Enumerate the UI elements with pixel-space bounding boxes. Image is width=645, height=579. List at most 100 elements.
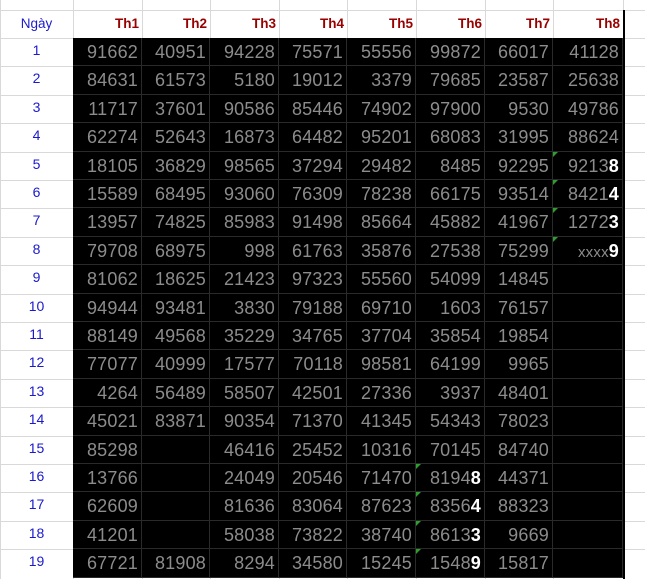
day-label[interactable]: 10 bbox=[0, 294, 73, 322]
data-cell[interactable] bbox=[553, 407, 623, 436]
data-cell[interactable] bbox=[553, 521, 623, 549]
data-cell[interactable]: 98581 bbox=[347, 350, 416, 379]
data-cell[interactable]: 31995 bbox=[485, 123, 553, 152]
data-cell[interactable] bbox=[553, 350, 623, 379]
data-cell[interactable]: 20546 bbox=[279, 464, 347, 492]
data-cell[interactable]: 45021 bbox=[73, 407, 142, 436]
data-cell[interactable] bbox=[553, 492, 623, 521]
data-cell[interactable]: 15817 bbox=[485, 549, 553, 578]
header-th5[interactable]: Th5 bbox=[347, 10, 416, 38]
data-cell[interactable]: 19012 bbox=[279, 66, 347, 95]
data-cell[interactable]: xxxx9 bbox=[553, 237, 623, 265]
data-cell[interactable]: 85298 bbox=[73, 436, 142, 464]
data-cell[interactable]: 44371 bbox=[485, 464, 553, 492]
data-cell[interactable]: 55556 bbox=[347, 38, 416, 66]
data-cell[interactable]: 10316 bbox=[347, 436, 416, 464]
day-label[interactable]: 19 bbox=[0, 549, 73, 577]
data-cell[interactable]: 23587 bbox=[485, 66, 553, 95]
data-cell[interactable]: 88323 bbox=[485, 492, 553, 521]
data-cell[interactable]: 17577 bbox=[210, 350, 279, 379]
data-cell[interactable]: 3830 bbox=[210, 294, 279, 322]
header-th8[interactable]: Th8 bbox=[553, 10, 623, 38]
day-label[interactable]: 11 bbox=[0, 322, 73, 350]
data-cell[interactable]: 46416 bbox=[210, 436, 279, 464]
data-cell[interactable]: 67721 bbox=[73, 549, 142, 578]
data-cell[interactable]: 64482 bbox=[279, 123, 347, 152]
data-cell[interactable]: 56489 bbox=[142, 379, 210, 407]
data-cell[interactable]: 94944 bbox=[73, 294, 142, 322]
data-cell[interactable]: 54099 bbox=[416, 265, 485, 294]
day-label[interactable]: 16 bbox=[0, 464, 73, 492]
data-cell[interactable]: 27336 bbox=[347, 379, 416, 407]
data-cell[interactable]: 85664 bbox=[347, 208, 416, 237]
data-cell[interactable]: 3379 bbox=[347, 66, 416, 95]
data-cell[interactable]: 85983 bbox=[210, 208, 279, 237]
data-cell[interactable]: 85446 bbox=[279, 95, 347, 123]
data-cell[interactable]: 68083 bbox=[416, 123, 485, 152]
data-cell[interactable]: 11717 bbox=[73, 95, 142, 123]
data-cell[interactable]: 54343 bbox=[416, 407, 485, 436]
data-cell[interactable]: 55560 bbox=[347, 265, 416, 294]
data-cell[interactable]: 81062 bbox=[73, 265, 142, 294]
data-cell[interactable]: 74825 bbox=[142, 208, 210, 237]
day-label[interactable]: 13 bbox=[0, 379, 73, 407]
data-cell[interactable]: 45882 bbox=[416, 208, 485, 237]
data-cell[interactable] bbox=[553, 265, 623, 294]
data-cell[interactable]: 77077 bbox=[73, 350, 142, 379]
data-cell[interactable]: 68975 bbox=[142, 237, 210, 265]
header-th2[interactable]: Th2 bbox=[142, 10, 210, 38]
data-cell[interactable]: 66175 bbox=[416, 180, 485, 208]
data-cell[interactable]: 27538 bbox=[416, 237, 485, 265]
data-cell[interactable]: 68495 bbox=[142, 180, 210, 208]
data-cell[interactable]: 71370 bbox=[279, 407, 347, 436]
data-cell[interactable]: 9669 bbox=[485, 521, 553, 549]
day-label[interactable]: 14 bbox=[0, 407, 73, 435]
data-cell[interactable] bbox=[553, 322, 623, 350]
data-cell[interactable]: 36829 bbox=[142, 152, 210, 180]
data-cell[interactable]: 24049 bbox=[210, 464, 279, 492]
data-cell[interactable]: 86133 bbox=[416, 521, 485, 549]
data-cell[interactable]: 70118 bbox=[279, 350, 347, 379]
header-th4[interactable]: Th4 bbox=[279, 10, 347, 38]
data-cell[interactable]: 37294 bbox=[279, 152, 347, 180]
data-cell[interactable] bbox=[553, 436, 623, 464]
data-cell[interactable]: 81908 bbox=[142, 549, 210, 578]
data-cell[interactable] bbox=[553, 549, 623, 578]
data-cell[interactable] bbox=[142, 436, 210, 464]
data-cell[interactable]: 91662 bbox=[73, 38, 142, 66]
data-cell[interactable]: 81948 bbox=[416, 464, 485, 492]
data-cell[interactable]: 83064 bbox=[279, 492, 347, 521]
data-cell[interactable]: 58507 bbox=[210, 379, 279, 407]
data-cell[interactable]: 73822 bbox=[279, 521, 347, 549]
day-label[interactable]: 5 bbox=[0, 152, 73, 180]
data-cell[interactable]: 90354 bbox=[210, 407, 279, 436]
day-label[interactable]: 1 bbox=[0, 38, 73, 66]
data-cell[interactable]: 42501 bbox=[279, 379, 347, 407]
data-cell[interactable]: 5180 bbox=[210, 66, 279, 95]
data-cell[interactable]: 93514 bbox=[485, 180, 553, 208]
data-cell[interactable]: 61573 bbox=[142, 66, 210, 95]
day-label[interactable]: 2 bbox=[0, 66, 73, 94]
data-cell[interactable]: 29482 bbox=[347, 152, 416, 180]
day-label[interactable]: 4 bbox=[0, 123, 73, 151]
data-cell[interactable]: 18625 bbox=[142, 265, 210, 294]
day-label[interactable]: 7 bbox=[0, 208, 73, 236]
data-cell[interactable]: 75299 bbox=[485, 237, 553, 265]
data-cell[interactable]: 75571 bbox=[279, 38, 347, 66]
data-cell[interactable]: 1603 bbox=[416, 294, 485, 322]
data-cell[interactable] bbox=[142, 464, 210, 492]
data-cell[interactable]: 74902 bbox=[347, 95, 416, 123]
header-day[interactable]: Ngày bbox=[0, 10, 73, 38]
data-cell[interactable]: 62609 bbox=[73, 492, 142, 521]
data-cell[interactable]: 76309 bbox=[279, 180, 347, 208]
data-cell[interactable]: 81636 bbox=[210, 492, 279, 521]
data-cell[interactable]: 18105 bbox=[73, 152, 142, 180]
data-cell[interactable]: 49786 bbox=[553, 95, 623, 123]
data-cell[interactable]: 93481 bbox=[142, 294, 210, 322]
data-cell[interactable]: 3937 bbox=[416, 379, 485, 407]
data-cell[interactable] bbox=[553, 379, 623, 407]
data-cell[interactable]: 99872 bbox=[416, 38, 485, 66]
data-cell[interactable]: 69710 bbox=[347, 294, 416, 322]
day-label[interactable]: 15 bbox=[0, 436, 73, 464]
data-cell[interactable]: 14845 bbox=[485, 265, 553, 294]
